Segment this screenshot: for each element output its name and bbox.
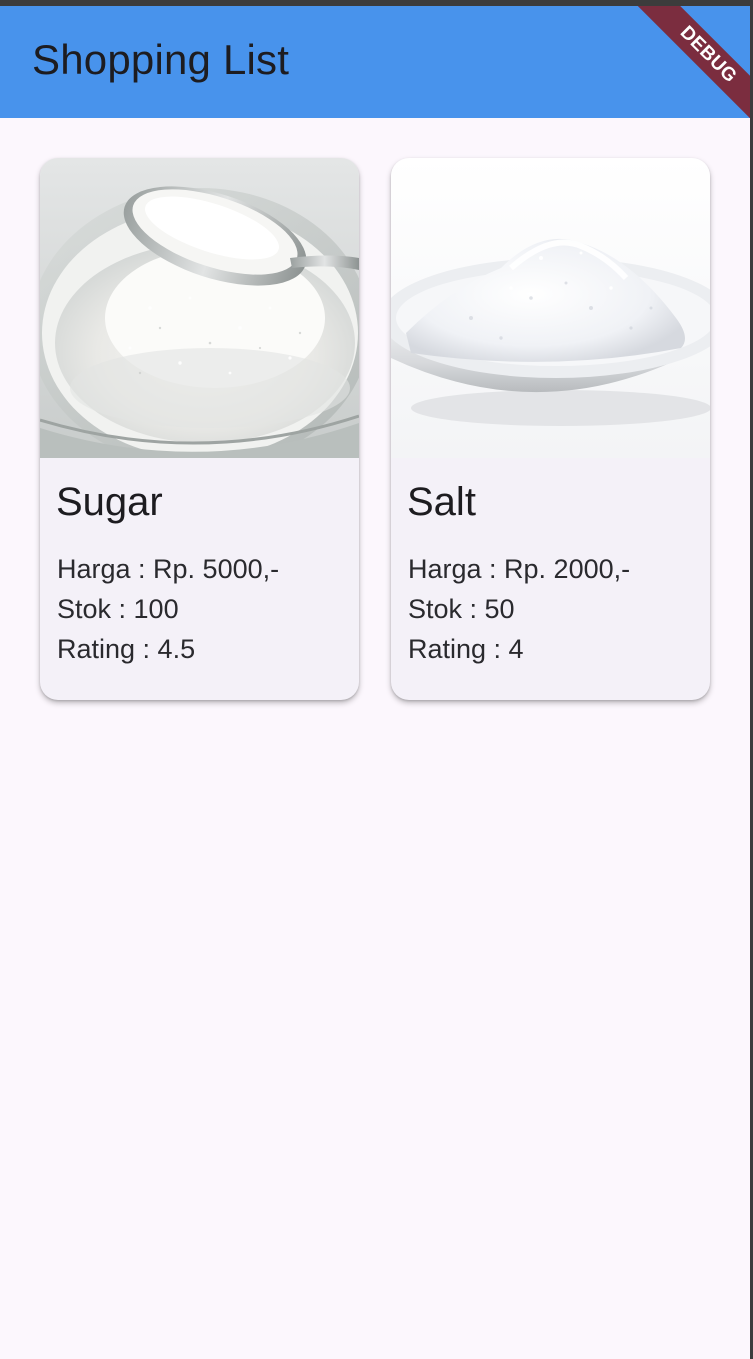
page-title: Shopping List <box>32 36 290 83</box>
product-name: Sugar <box>56 480 163 524</box>
product-stock: Stok : 100 <box>57 594 179 624</box>
product-stock: Stok : 50 <box>408 594 515 624</box>
product-rating: Rating : 4.5 <box>57 634 196 664</box>
product-card-sugar[interactable]: Sugar Harga : Rp. 5000,- Stok : 100 Rati… <box>40 158 359 700</box>
app-bar: Shopping List <box>0 6 753 118</box>
salt-image <box>391 158 710 458</box>
app-screen: Shopping List DEBUG Sugar Harga: Rp. 50… <box>0 0 753 1359</box>
product-price: Harga : Rp. 2000,- <box>408 554 631 584</box>
product-price: Harga : Rp. 5000,- <box>57 554 280 584</box>
product-card-salt[interactable]: Salt Harga : Rp. 2000,- Stok : 50 Rating… <box>391 158 710 700</box>
product-rating: Rating : 4 <box>408 634 524 664</box>
product-name: Salt <box>407 480 476 524</box>
sugar-bowl-photo-icon <box>40 158 359 458</box>
sugar-image <box>40 158 359 458</box>
salt-bowl-photo-icon <box>391 158 710 458</box>
